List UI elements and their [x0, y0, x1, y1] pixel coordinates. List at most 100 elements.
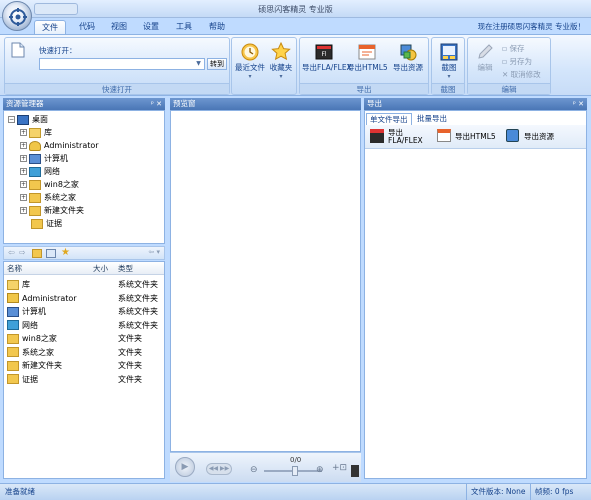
folder-up-icon[interactable] [32, 249, 42, 258]
register-link[interactable]: 现在注册硕思闪客精灵 专业版！ [478, 21, 585, 32]
user-icon [29, 140, 41, 151]
pane-pin-close-icons[interactable]: ᵖ ✕ [151, 98, 162, 110]
library-icon [7, 279, 19, 290]
favorites-label: 收藏夹 [269, 63, 293, 72]
column-size[interactable]: 大小 [93, 262, 108, 275]
tree-item[interactable]: − 桌面 [8, 113, 48, 126]
expand-icon[interactable]: + [20, 194, 27, 201]
folder-icon [7, 360, 19, 371]
list-item[interactable]: 证据 文件夹 [4, 373, 164, 387]
export-html5-label: 导出HTML5 [347, 63, 388, 72]
list-item-name: 网络 [22, 320, 38, 330]
expand-icon[interactable]: + [20, 129, 27, 136]
list-item[interactable]: 计算机 系统文件夹 [4, 305, 164, 319]
tab-help[interactable]: 帮助 [202, 20, 232, 34]
star-icon [271, 42, 291, 61]
zoom-in-icon[interactable]: ⊕ [316, 465, 324, 475]
list-item-type: 文件夹 [118, 347, 142, 357]
column-name[interactable]: 名称 [7, 262, 22, 275]
tab-view[interactable]: 视图 [104, 20, 134, 34]
pencil-icon [478, 44, 493, 59]
library-icon [29, 127, 41, 138]
collapse-icon[interactable]: − [8, 116, 15, 123]
title-bar: 硕思闪客精灵 专业版 [0, 0, 591, 18]
cancel-icon: ✕ [502, 70, 511, 79]
options-icon[interactable]: ⇦ ▾ [148, 248, 160, 256]
save-label: 保存 [509, 44, 525, 53]
svg-text:Fl: Fl [321, 51, 326, 58]
list-item[interactable]: 库 系统文件夹 [4, 278, 164, 292]
tab-code[interactable]: 代码 [72, 20, 102, 34]
list-item-type: 文件夹 [118, 334, 142, 343]
fla-file-icon: Fl [315, 44, 333, 60]
slider-thumb[interactable] [292, 466, 298, 476]
preview-canvas[interactable] [170, 110, 361, 452]
expand-icon[interactable]: + [20, 155, 27, 162]
tab-tools[interactable]: 工具 [169, 20, 199, 34]
save-button[interactable]: ▫ 保存 [502, 43, 524, 54]
tree-item[interactable]: + 计算机 [20, 152, 68, 165]
edit-button[interactable]: 编辑 [470, 42, 500, 73]
play-icon[interactable]: ▶ [175, 457, 195, 477]
expand-icon[interactable]: + [20, 207, 27, 214]
export-group: Fl 导出FLA/FLEX 导出HTML5 导出资源 导出 [299, 37, 429, 95]
tree-item-label: 网络 [44, 167, 60, 176]
tree-item[interactable]: + win8之家 [20, 178, 79, 191]
tab-batch-export[interactable]: 批量导出 [414, 113, 450, 125]
computer-icon [7, 306, 19, 317]
computer-icon [29, 153, 41, 164]
export-group-label: 导出 [300, 83, 428, 94]
column-type[interactable]: 类型 [118, 262, 133, 275]
window-title: 硕思闪客精灵 专业版 [258, 5, 333, 14]
folder-icon [29, 179, 41, 190]
html5-icon [437, 129, 451, 142]
zoom-out-icon[interactable]: ⊖ [250, 465, 258, 475]
screenshot-button[interactable]: 截图 ▾ [434, 42, 464, 80]
back-icon[interactable]: ⇦ [8, 248, 15, 257]
folder-tree[interactable]: − 桌面 + 库 + Administrator + 计算机 + 网络 + win8之家 +… [3, 110, 165, 244]
expand-icon[interactable]: + [20, 142, 27, 149]
files-group: 最近文件 ▾ 收藏夹 ▾ [231, 37, 297, 95]
favorites-button[interactable]: 收藏夹 ▾ [266, 42, 296, 80]
app-menu-button[interactable] [2, 1, 32, 31]
view-icon[interactable] [46, 249, 56, 258]
export-fla-button[interactable]: Fl 导出FLA/FLEX [302, 42, 352, 73]
export-html5-button[interactable]: 导出HTML5 [347, 42, 388, 73]
list-item[interactable]: win8之家 文件夹 [4, 332, 164, 346]
tree-item[interactable]: + 库 [20, 126, 52, 139]
status-bar: 准备就绪 文件版本: None 帧频: 0 fps [0, 483, 591, 500]
tree-item[interactable]: + 新建文件夹 [20, 204, 84, 217]
fit-view-icon[interactable]: +⊡ [332, 463, 347, 473]
resources-icon [506, 129, 519, 142]
fullscreen-icon[interactable] [351, 465, 359, 477]
go-button[interactable]: 转到 [207, 58, 227, 70]
step-buttons-icon[interactable]: ◀◀ ▶▶ [206, 463, 232, 475]
desktop-icon [17, 114, 29, 125]
list-item-type: 系统文件夹 [118, 293, 158, 303]
network-icon [7, 320, 19, 330]
tree-item[interactable]: + 网络 [20, 165, 60, 178]
chevron-down-icon: ▾ [248, 73, 252, 80]
pane-pin-close-icons[interactable]: ᵖ ✕ [573, 98, 584, 110]
tab-file[interactable]: 文件 [34, 20, 66, 34]
tree-item[interactable]: + 系统之家 [20, 191, 76, 204]
favorite-star-icon[interactable]: ★ [61, 247, 70, 258]
list-item[interactable]: 网络 系统文件夹 [4, 319, 164, 333]
expand-icon[interactable]: + [20, 168, 27, 175]
tab-settings[interactable]: 设置 [136, 20, 166, 34]
quick-open-input[interactable]: ▼ [39, 58, 205, 70]
expand-icon[interactable]: + [20, 181, 27, 188]
forward-icon[interactable]: ⇨ [19, 248, 26, 257]
tree-item[interactable]: 证据 [31, 217, 62, 230]
list-item[interactable]: Administrator 系统文件夹 [4, 292, 164, 306]
recent-files-button[interactable]: 最近文件 ▾ [234, 42, 266, 80]
file-list[interactable]: 名称 大小 类型 库系统文件夹 Administrator 系统文件夹 计算机 系统文件… [3, 261, 165, 479]
tree-item[interactable]: + Administrator [20, 139, 99, 152]
list-item[interactable]: 新建文件夹 文件夹 [4, 359, 164, 373]
quick-access-toolbar[interactable] [34, 3, 78, 15]
tab-single-export[interactable]: 单文件导出 [366, 113, 412, 125]
cancel-changes-button[interactable]: ✕ 取消修改 [502, 69, 541, 80]
export-resources-button[interactable]: 导出资源 [388, 42, 428, 73]
save-as-button[interactable]: ▫ 另存为 [502, 56, 532, 67]
list-item[interactable]: 系统之家 文件夹 [4, 346, 164, 360]
